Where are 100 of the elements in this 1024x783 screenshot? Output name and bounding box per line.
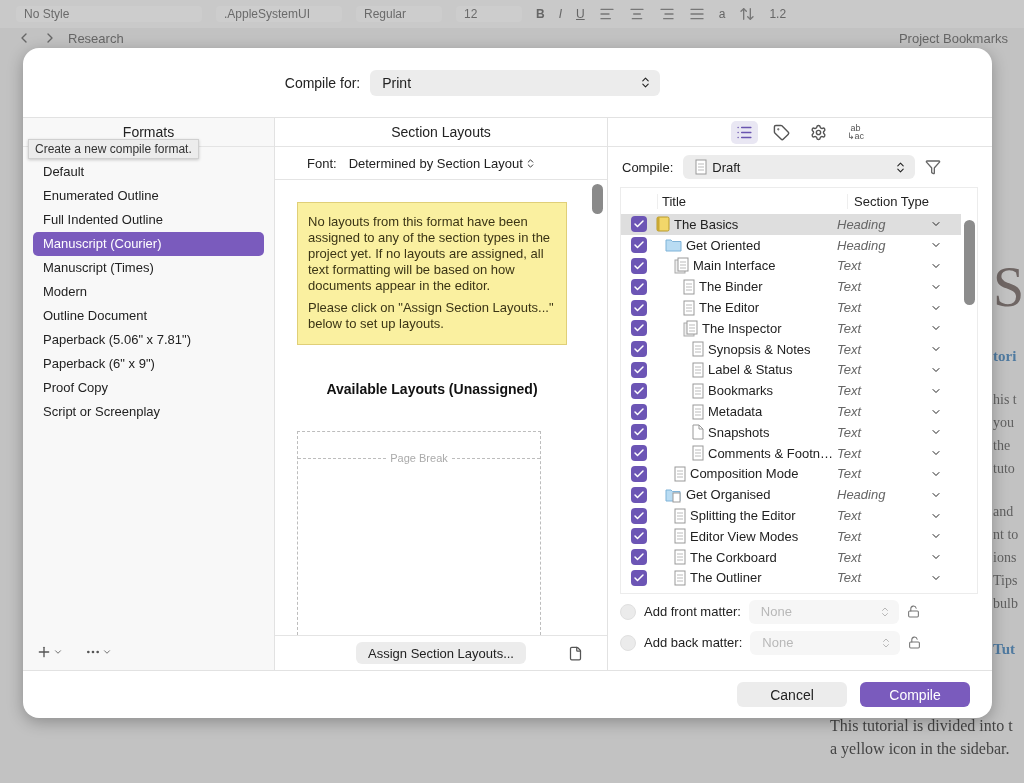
include-checkbox[interactable] <box>631 528 647 545</box>
format-item[interactable]: Modern <box>33 280 264 304</box>
include-checkbox[interactable] <box>631 299 647 316</box>
section-type: Text <box>837 279 862 295</box>
document-icon <box>695 159 708 175</box>
include-checkbox[interactable] <box>631 382 647 399</box>
row-title: The Inspector <box>702 320 782 336</box>
format-item[interactable]: Script or Screenplay <box>33 400 264 424</box>
include-checkbox[interactable] <box>631 361 647 378</box>
contents-row[interactable]: Comments & Footn… Text <box>621 442 961 464</box>
section-type: Text <box>837 508 862 524</box>
format-item[interactable]: Manuscript (Courier) <box>33 232 264 256</box>
row-title: The Basics <box>674 216 739 232</box>
align-left-icon[interactable] <box>598 6 615 22</box>
settings-icon <box>809 123 827 141</box>
contents-row[interactable]: Main Interface Text <box>621 255 961 277</box>
assign-layouts-button[interactable]: Assign Section Layouts... <box>356 642 526 664</box>
matter-label: Add back matter: <box>644 635 743 650</box>
contents-row[interactable]: Composition Mode Text <box>621 463 961 485</box>
binder-title: Research <box>68 30 124 46</box>
format-item[interactable]: Proof Copy <box>33 376 264 400</box>
justify-icon[interactable] <box>688 6 705 22</box>
contents-row[interactable]: Splitting the Editor Text <box>621 505 961 526</box>
include-checkbox[interactable] <box>631 237 647 254</box>
book-icon <box>656 216 670 233</box>
document-icon[interactable] <box>568 645 583 661</box>
contents-row[interactable]: Editor View Modes Text <box>621 525 961 547</box>
style-field[interactable]: No Style <box>16 6 202 22</box>
format-item[interactable]: Enumerated Outline <box>33 184 264 208</box>
compile-for-select[interactable]: Print <box>370 69 661 96</box>
contents-row[interactable]: Snapshots Text <box>621 421 961 443</box>
align-right-icon[interactable] <box>658 6 675 22</box>
contents-row[interactable]: Synopsis & Notes Text <box>621 338 961 360</box>
contents-row[interactable]: The Outliner Text <box>621 567 961 589</box>
include-checkbox[interactable] <box>631 549 647 566</box>
row-title: Label & Status <box>708 362 793 378</box>
include-checkbox[interactable] <box>631 569 647 586</box>
weight-field[interactable]: Regular <box>356 6 442 22</box>
font-select[interactable]: Determined by Section Layout <box>348 155 536 171</box>
folder-icon <box>665 238 682 253</box>
filter-icon[interactable] <box>925 159 942 175</box>
contents-row[interactable]: Get Oriented Heading <box>621 234 961 256</box>
italic-button[interactable]: I <box>558 7 562 21</box>
include-checkbox[interactable] <box>631 507 647 524</box>
replacements-button[interactable]: ab ↳ac <box>841 121 869 143</box>
include-checkbox[interactable] <box>631 486 647 503</box>
scrollbar-thumb[interactable] <box>964 220 975 305</box>
section-type: Heading <box>837 237 886 253</box>
include-checkbox[interactable] <box>631 465 647 482</box>
list-button[interactable] <box>730 120 758 144</box>
include-checkbox[interactable] <box>631 424 647 441</box>
check-icon <box>633 467 645 480</box>
contents-row[interactable]: The Editor Text <box>621 297 961 318</box>
contents-row[interactable]: Metadata Text <box>621 401 961 422</box>
section-type: Text <box>837 258 862 274</box>
font-field[interactable]: .AppleSystemUI <box>216 6 342 22</box>
include-checkbox[interactable] <box>631 258 647 274</box>
check-icon <box>633 260 645 272</box>
cancel-button[interactable]: Cancel <box>737 682 847 707</box>
contents-row[interactable]: Bookmarks Text <box>621 380 961 402</box>
document-icon <box>692 403 704 420</box>
lock-icon[interactable] <box>906 605 920 618</box>
include-checkbox[interactable] <box>631 445 647 462</box>
document-icon <box>692 445 704 462</box>
include-checkbox[interactable] <box>631 403 647 420</box>
document-icon <box>674 549 686 566</box>
editor-text: nt to <box>993 526 1020 544</box>
lock-icon[interactable] <box>908 636 922 649</box>
section-type: Text <box>837 424 862 440</box>
document-icon <box>683 278 695 295</box>
text-color-button[interactable]: a <box>718 7 726 21</box>
contents-row[interactable]: The Corkboard Text <box>621 546 961 568</box>
contents-row[interactable]: The Inspector Text <box>621 318 961 339</box>
format-item[interactable]: Manuscript (Times) <box>33 256 264 280</box>
contents-row[interactable]: The Binder Text <box>621 276 961 298</box>
include-checkbox[interactable] <box>631 341 647 358</box>
compile-select[interactable]: Draft <box>683 155 916 179</box>
include-checkbox[interactable] <box>631 320 647 337</box>
compile-button[interactable]: Compile <box>860 682 970 707</box>
include-checkbox[interactable] <box>631 278 647 295</box>
contents-row[interactable]: The Basics Heading <box>621 214 961 235</box>
align-center-icon[interactable] <box>628 6 645 22</box>
line-spacing-icon[interactable] <box>739 6 756 22</box>
format-item[interactable]: Default <box>33 160 264 184</box>
column-header[interactable]: Title <box>657 193 847 209</box>
section-type: Heading <box>837 487 886 503</box>
check-icon <box>633 384 645 397</box>
contents-row[interactable]: Get Organised Heading <box>621 484 961 506</box>
row-title: Get Organised <box>686 487 771 503</box>
scrollbar-thumb[interactable] <box>592 184 603 214</box>
contents-row[interactable]: Label & Status Text <box>621 359 961 381</box>
format-item[interactable]: Paperback (5.06" x 7.81") <box>33 328 264 352</box>
editor-text: his t <box>993 391 1018 409</box>
note-text: No layouts from this format have been assigned to any of the section types in the project yet. If no layouts are assigned, all text formatting will be based on how documents appear in the editor. <box>308 214 552 294</box>
format-item[interactable]: Full Indented Outline <box>33 208 264 232</box>
format-item[interactable]: Paperback (6" x 9") <box>33 352 264 376</box>
format-item[interactable]: Outline Document <box>33 304 264 328</box>
chevron-down-icon <box>53 647 63 657</box>
include-checkbox[interactable] <box>631 216 647 233</box>
column-header[interactable]: Section Type <box>847 193 962 209</box>
